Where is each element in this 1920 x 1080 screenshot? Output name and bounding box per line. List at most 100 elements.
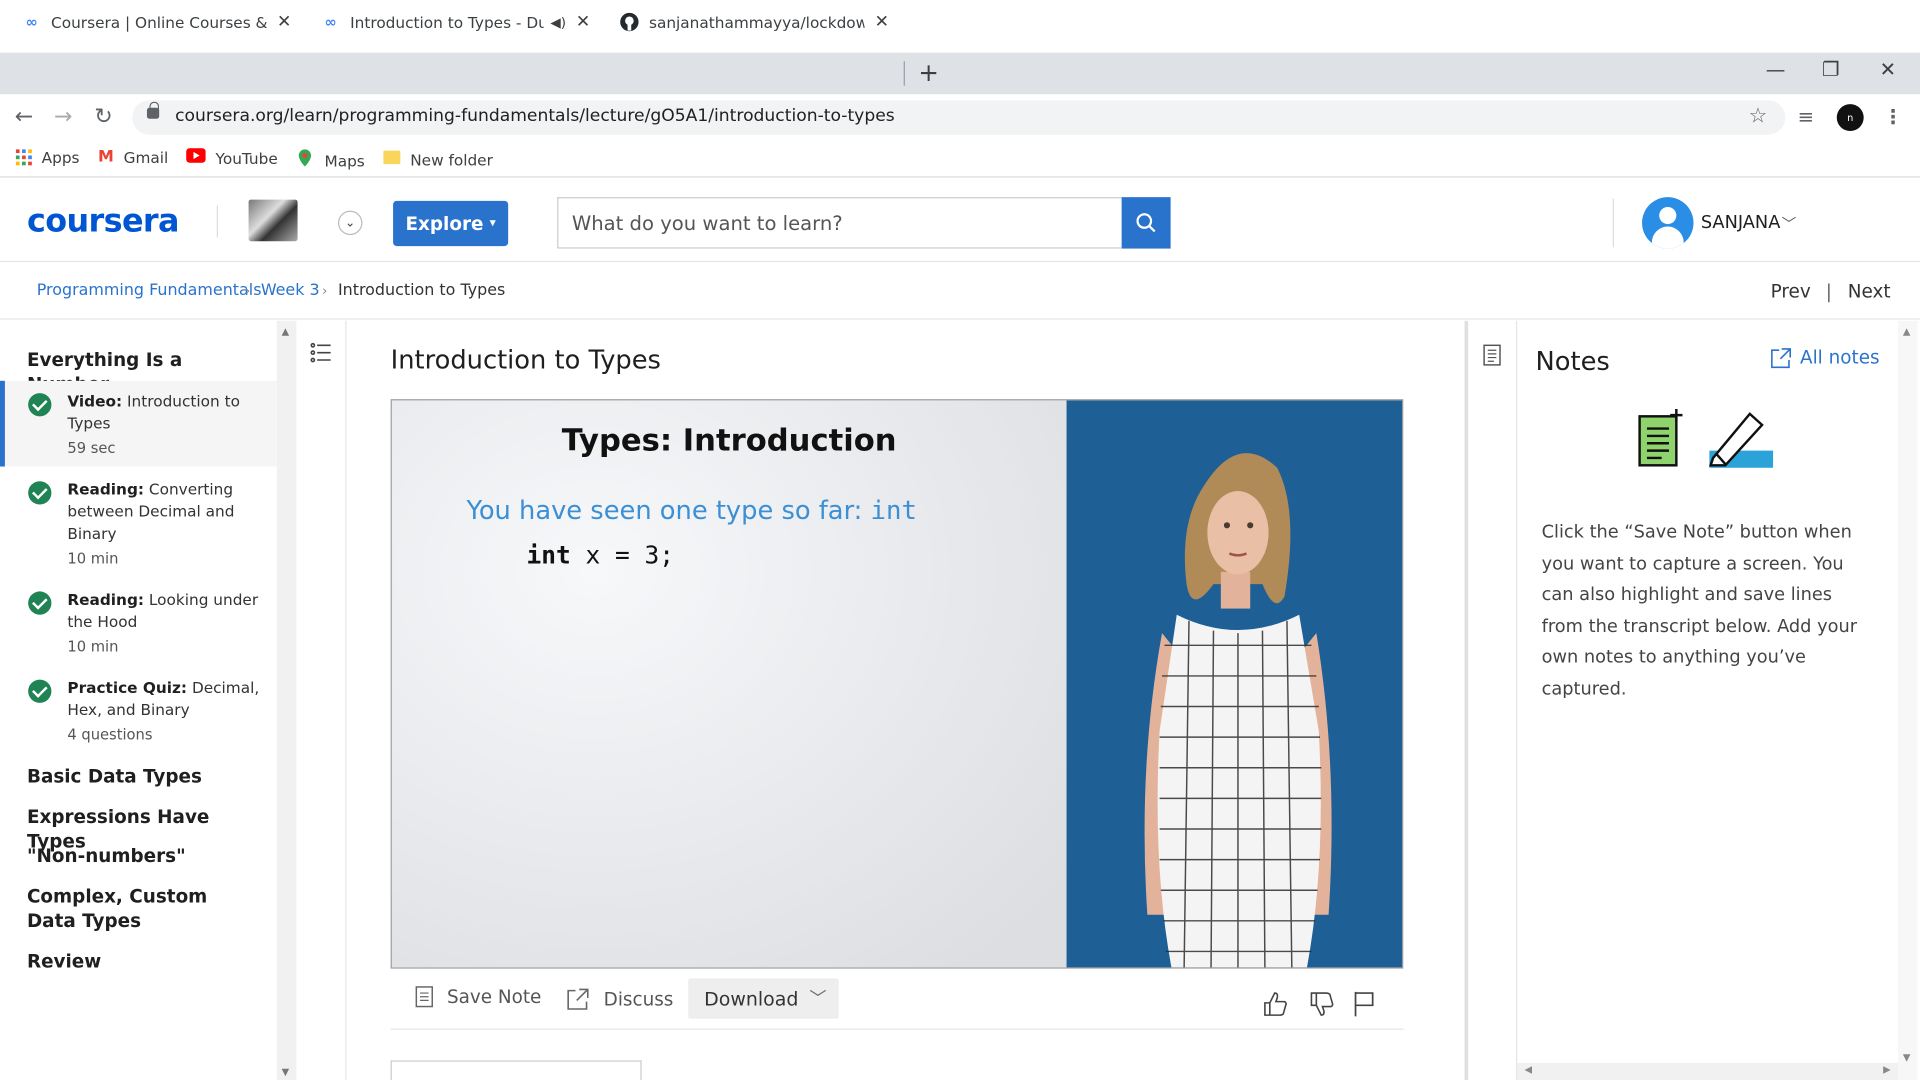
maps-icon: [295, 148, 315, 172]
prev-link[interactable]: Prev: [1771, 280, 1811, 302]
sidebar-item-text: Practice Quiz: Decimal, Hex, and Binary …: [67, 677, 263, 746]
chevron-down-icon[interactable]: ⌄: [337, 210, 363, 236]
sidebar-item-reading-under-hood[interactable]: Reading: Looking under the Hood 10 min: [0, 579, 277, 662]
bookmark-label: Maps: [324, 151, 365, 170]
list-icon[interactable]: [310, 342, 332, 369]
header-divider: [216, 205, 218, 238]
chevron-down-icon[interactable]: ﹀: [1782, 213, 1797, 234]
bookmark-apps[interactable]: Apps: [15, 148, 80, 167]
video-player[interactable]: Types: Introduction You have seen one ty…: [390, 399, 1404, 969]
notes-title: Notes: [1535, 346, 1610, 376]
sidebar-section-non-numbers[interactable]: "Non-numbers": [27, 844, 260, 868]
page-title: Introduction to Types: [390, 345, 661, 375]
breadcrumb-week[interactable]: Week 3: [261, 282, 320, 300]
external-link-icon: [567, 988, 589, 1010]
media-control-icon[interactable]: ≡: [1798, 105, 1814, 128]
tab-coursera-home[interactable]: ∞ Coursera | Online Courses & Credential…: [7, 2, 306, 41]
profile-avatar[interactable]: n: [1836, 104, 1864, 132]
sidebar-scrollbar[interactable]: ▲ ▼: [276, 320, 297, 1080]
all-notes-link[interactable]: All notes: [1771, 347, 1880, 369]
completed-check-icon: [28, 591, 52, 615]
breadcrumb-course[interactable]: Programming Fundamentals: [37, 282, 262, 300]
thumbs-down-icon[interactable]: [1308, 991, 1335, 1023]
lecture-slide: Types: Introduction You have seen one ty…: [391, 400, 1067, 968]
sidebar-section-complex-types[interactable]: Complex, Custom Data Types: [27, 884, 260, 933]
presenter-figure: [1144, 453, 1332, 968]
bookmark-youtube[interactable]: YouTube: [186, 148, 278, 168]
bookmark-label: YouTube: [215, 148, 278, 168]
explore-label: Explore: [405, 212, 484, 235]
item-meta: 10 min: [67, 637, 119, 656]
sidebar-section-basic-data-types[interactable]: Basic Data Types: [27, 764, 260, 788]
scroll-up-icon[interactable]: ▲: [282, 326, 290, 337]
sidebar-item-text: Video: Introduction to Types 59 sec: [67, 391, 263, 460]
close-tab-icon[interactable]: ✕: [875, 12, 889, 32]
scroll-left-icon[interactable]: ◀: [1525, 1064, 1533, 1075]
lock-icon[interactable]: [146, 101, 160, 119]
sidebar-item-practice-quiz[interactable]: Practice Quiz: Decimal, Hex, and Binary …: [0, 667, 277, 750]
search-button[interactable]: [1121, 197, 1171, 249]
download-dropdown[interactable]: Download ﹀: [688, 978, 839, 1019]
bookmark-gmail[interactable]: M Gmail: [98, 148, 168, 166]
close-tab-icon[interactable]: ✕: [277, 12, 291, 32]
scroll-right-icon[interactable]: ▶: [1883, 1064, 1891, 1075]
chrome-menu-icon[interactable]: ⋮: [1883, 105, 1903, 128]
item-meta: 10 min: [67, 549, 119, 567]
chevron-down-icon: ﹀: [809, 989, 827, 1009]
thumbs-up-icon[interactable]: [1261, 991, 1288, 1023]
tab-title: Coursera | Online Courses & Credentials: [51, 12, 268, 32]
tab-introduction-to-types[interactable]: ∞ Introduction to Types - Duke Universit…: [306, 2, 605, 42]
url-text[interactable]: coursera.org/learn/programming-fundament…: [175, 107, 895, 127]
discuss-button[interactable]: Discuss: [566, 987, 673, 1011]
back-arrow-icon[interactable]: ←: [15, 104, 33, 130]
item-type: Reading:: [67, 480, 145, 499]
sidebar-item-reading-decimal-binary[interactable]: Reading: Converting between Decimal and …: [0, 469, 277, 573]
all-notes-label: All notes: [1800, 346, 1880, 369]
page-scrollbar[interactable]: ▲ ▼: [1897, 320, 1918, 1080]
tab-title: Introduction to Types - Duke University: [350, 12, 543, 32]
new-tab-icon[interactable]: +: [918, 58, 939, 87]
forward-arrow-icon[interactable]: →: [54, 104, 72, 130]
external-link-icon: [1771, 347, 1792, 368]
tab-github[interactable]: sanjanathammayya/lockdown-ce ✕: [605, 2, 904, 41]
notes-horizontal-scrollbar[interactable]: ◀ ▶: [1517, 1062, 1898, 1080]
next-link[interactable]: Next: [1848, 280, 1891, 302]
transcript-language-select[interactable]: [390, 1060, 642, 1080]
tab-title: sanjanathammayya/lockdown-ce: [648, 12, 865, 32]
bookmark-new-folder[interactable]: New folder: [383, 148, 493, 170]
close-tab-icon[interactable]: ✕: [576, 12, 590, 32]
scroll-down-icon[interactable]: ▼: [282, 1067, 290, 1078]
note-icon: [415, 986, 433, 1008]
notes-panel-icon[interactable]: [1483, 344, 1501, 371]
sidebar-section-review[interactable]: Review: [27, 949, 260, 973]
explore-button[interactable]: Explore ▾: [393, 200, 509, 247]
bookmark-label: Gmail: [123, 148, 169, 167]
prev-next-divider: |: [1825, 280, 1832, 303]
chevron-right-icon: ›: [244, 282, 251, 299]
username[interactable]: SANJANA: [1701, 213, 1781, 233]
sidebar-item-video[interactable]: Video: Introduction to Types 59 sec: [0, 380, 277, 467]
save-note-button[interactable]: Save Note: [415, 986, 541, 1008]
search-input[interactable]: [557, 197, 1122, 249]
scroll-up-icon[interactable]: ▲: [1903, 326, 1911, 337]
user-avatar[interactable]: [1642, 197, 1694, 249]
youtube-icon: [186, 148, 206, 168]
bookmark-maps[interactable]: Maps: [295, 148, 365, 172]
slide-title: Types: Introduction: [561, 422, 897, 458]
chevron-right-icon: ›: [322, 282, 328, 299]
item-type: Practice Quiz:: [67, 678, 188, 697]
chevron-down-icon: ▾: [489, 216, 496, 231]
bookmark-star-icon[interactable]: ☆: [1749, 104, 1768, 128]
minimize-icon[interactable]: —: [1766, 58, 1786, 81]
restore-icon[interactable]: ❐: [1822, 58, 1840, 81]
window-close-icon[interactable]: ✕: [1880, 58, 1896, 81]
presenter-video: [1066, 400, 1403, 968]
notes-toggle-column: [1468, 320, 1518, 1080]
course-thumbnail[interactable]: [248, 199, 298, 242]
speaker-icon[interactable]: ◀): [550, 14, 566, 30]
reload-icon[interactable]: ↻: [94, 104, 112, 130]
scroll-down-icon[interactable]: ▼: [1903, 1052, 1911, 1063]
slide-text: You have seen one type so far: int: [467, 496, 917, 525]
coursera-logo[interactable]: coursera: [27, 203, 180, 240]
flag-icon[interactable]: [1353, 991, 1375, 1023]
